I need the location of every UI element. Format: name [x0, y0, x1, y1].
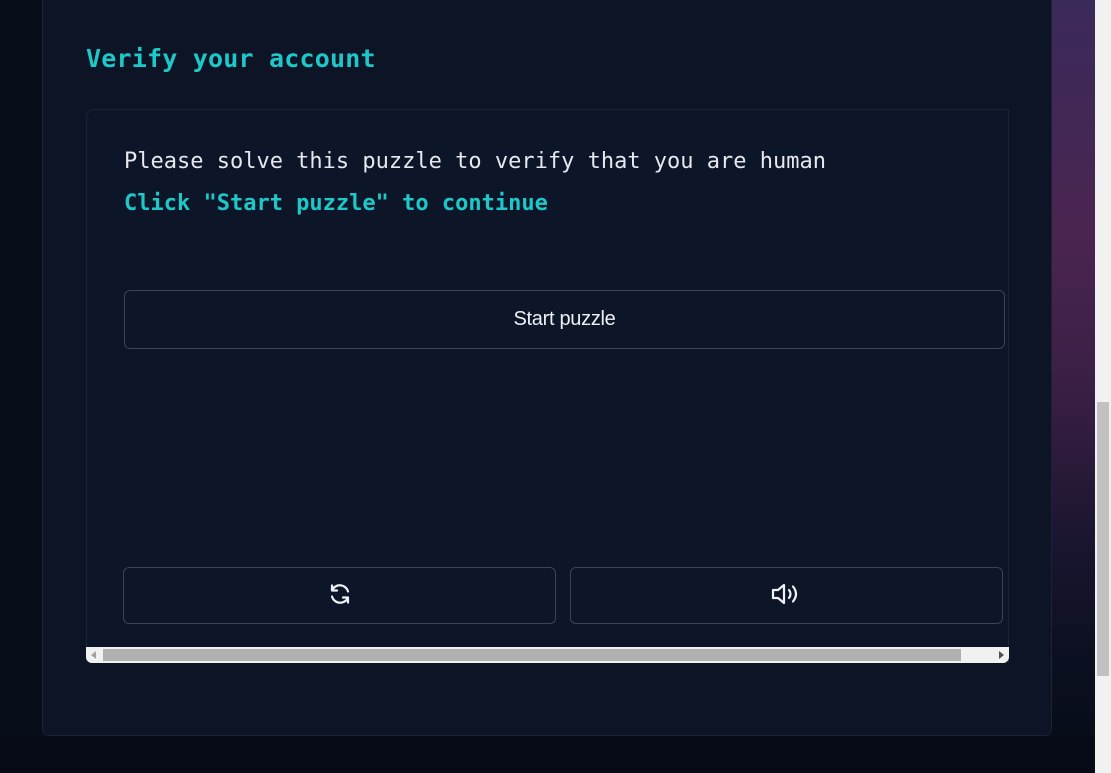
puzzle-frame-content: Please solve this puzzle to verify that … — [87, 110, 1008, 648]
scroll-left-arrow-icon[interactable] — [86, 647, 102, 663]
audio-challenge-button[interactable] — [570, 567, 1003, 624]
page-background-bottom — [0, 736, 1095, 773]
scroll-right-arrow-icon[interactable] — [993, 647, 1009, 663]
audio-icon — [770, 581, 804, 611]
page-background-gradient — [1051, 0, 1095, 773]
puzzle-hint: Click "Start puzzle" to continue — [124, 191, 548, 216]
vertical-scrollbar-thumb[interactable] — [1097, 402, 1109, 676]
puzzle-frame: Please solve this puzzle to verify that … — [86, 109, 1009, 663]
start-puzzle-button[interactable]: Start puzzle — [124, 290, 1005, 349]
reload-icon — [327, 581, 353, 611]
page-background-left — [0, 0, 43, 773]
puzzle-instruction: Please solve this puzzle to verify that … — [124, 149, 826, 174]
reload-button[interactable] — [123, 567, 556, 624]
horizontal-scrollbar-thumb[interactable] — [103, 649, 961, 661]
vertical-scrollbar[interactable] — [1095, 0, 1111, 773]
horizontal-scrollbar[interactable] — [86, 647, 1009, 663]
page-title: Verify your account — [86, 44, 376, 73]
